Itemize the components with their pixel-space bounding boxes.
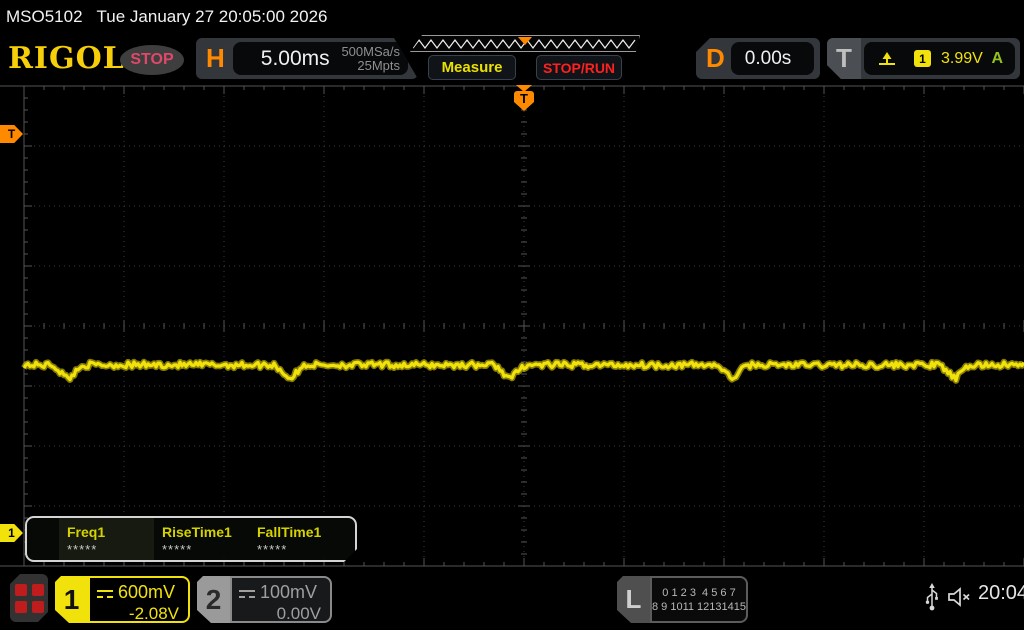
trigger-source-badge: 1 <box>914 50 931 67</box>
channel-2-offset: 0.00V <box>276 604 321 623</box>
measurement-label: Freq1 <box>67 524 106 540</box>
header: RIGOL STOP H 5.00ms 500MSa/s 25Mpts Meas… <box>0 33 1024 84</box>
trigger-mode: A <box>991 49 1003 67</box>
trigger-position-shield-icon: T <box>514 91 534 111</box>
logic-row-1: 0 1 2 3 4 5 6 7 <box>662 586 736 599</box>
dc-coupling-icon <box>97 589 113 598</box>
logic-analyzer-status[interactable]: L 0 1 2 3 4 5 6 7 8 9 1011 12131415 <box>617 576 748 623</box>
speaker-muted-icon[interactable] <box>946 585 974 614</box>
model-name: MSO5102 <box>6 6 83 26</box>
horizontal-label: H <box>206 43 225 73</box>
measurement-label: FallTime1 <box>257 524 322 540</box>
measurement-value: ***** <box>257 542 288 557</box>
measurement-col-freq[interactable]: Freq1 ***** <box>59 518 154 560</box>
waveform-display: T T 1 Freq1 ***** RiseTime1 ***** FallTi… <box>0 84 1024 567</box>
measurement-value: ***** <box>67 542 98 557</box>
channel-2-tab[interactable]: 2 <box>197 576 230 623</box>
sample-rate: 500MSa/s 25Mpts <box>341 43 400 73</box>
trigger-position-pointer-icon[interactable] <box>518 37 532 45</box>
timebase-value: 5.00ms <box>260 46 330 70</box>
trigger-label: T <box>827 38 861 79</box>
delay-value: 0.00s <box>744 47 792 69</box>
logic-row-2: 8 9 1011 12131415 <box>652 600 746 613</box>
status-bar: MSO5102 Tue January 27 20:05:00 2026 <box>0 0 1024 33</box>
horizontal-panel[interactable]: H 5.00ms 500MSa/s 25Mpts <box>196 38 418 79</box>
logic-analyzer-tab[interactable]: L <box>617 576 650 623</box>
channel-1-tab[interactable]: 1 <box>55 576 88 623</box>
channel-2-scale: 100mV <box>260 582 318 602</box>
stop-run-button[interactable]: STOP/RUN <box>536 55 622 80</box>
trigger-box: 1 3.99V A <box>864 42 1015 75</box>
trigger-panel[interactable]: T 1 3.99V A <box>827 38 1020 79</box>
measurement-col-risetime[interactable]: RiseTime1 ***** <box>154 518 249 560</box>
channel-1-body: 600mV -2.08V <box>88 576 190 623</box>
bottom-bar: 1 600mV -2.08V 2 100mV 0.00V L 0 1 2 3 4… <box>0 567 1024 630</box>
usb-icon <box>924 582 940 617</box>
delay-panel[interactable]: D 0.00s <box>696 38 820 79</box>
logic-channel-list: 0 1 2 3 4 5 6 7 8 9 1011 12131415 <box>650 576 748 623</box>
quad-grid-icon <box>15 584 44 613</box>
trigger-position-triangle-icon <box>516 85 532 92</box>
timebase-box: 5.00ms 500MSa/s 25Mpts <box>233 42 408 75</box>
datetime: Tue January 27 20:05:00 2026 <box>96 6 328 26</box>
dc-coupling-icon <box>239 589 255 598</box>
measurement-col-falltime[interactable]: FallTime1 ***** <box>249 518 344 560</box>
waveform-position-bar[interactable] <box>410 35 640 52</box>
trigger-level-value: 3.99V <box>941 49 983 67</box>
channel-2-body: 100mV 0.00V <box>230 576 332 623</box>
trigger-position-marker[interactable]: T <box>512 85 536 111</box>
measurement-label: RiseTime1 <box>162 524 232 540</box>
channel-1-status[interactable]: 1 600mV -2.08V <box>55 576 190 623</box>
channel-1-scale: 600mV <box>118 582 176 602</box>
graticule-and-trace <box>0 85 1024 567</box>
clock: 20:04 <box>978 582 1024 604</box>
channel-2-status[interactable]: 2 100mV 0.00V <box>197 576 332 623</box>
measurement-value: ***** <box>162 542 193 557</box>
rising-edge-trigger-icon <box>876 50 898 68</box>
measurement-results-panel[interactable]: Freq1 ***** RiseTime1 ***** FallTime1 **… <box>25 516 357 562</box>
measure-button[interactable]: Measure <box>428 55 516 80</box>
run-state-badge[interactable]: STOP <box>120 45 184 75</box>
channel-1-offset: -2.08V <box>128 604 179 623</box>
delay-box: 0.00s <box>730 42 814 75</box>
quick-menu-button[interactable] <box>10 574 48 622</box>
rigol-logo: RIGOL <box>8 41 125 76</box>
delay-label: D <box>706 43 725 73</box>
